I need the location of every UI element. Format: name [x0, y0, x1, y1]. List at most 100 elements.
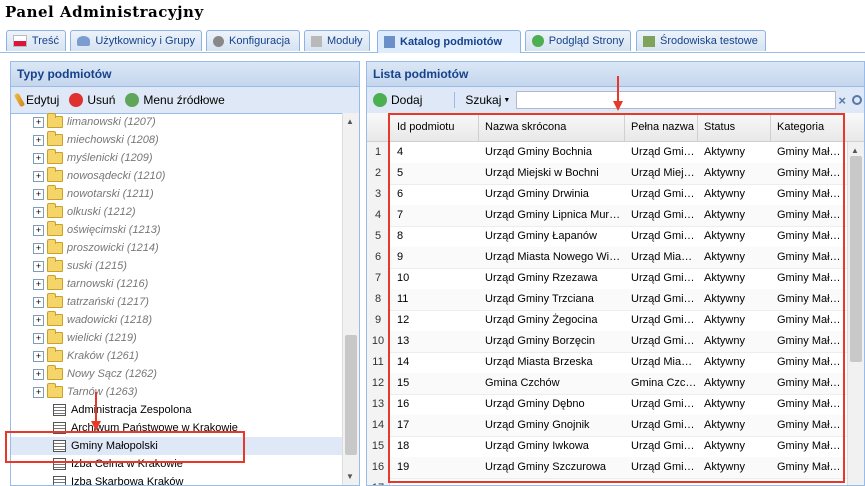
table-row[interactable]: 17: [367, 478, 847, 485]
tree-node[interactable]: + myślenicki (1209): [11, 149, 343, 167]
expand-icon[interactable]: +: [33, 134, 44, 146]
entity-list-title: Lista podmiotów: [367, 62, 864, 87]
expand-icon[interactable]: +: [33, 224, 44, 236]
table-row[interactable]: 14 17 Urząd Gminy Gnojnik Urząd Gmi… Aktywny…: [367, 415, 847, 437]
folder-icon: [47, 275, 63, 290]
col-header-full-name[interactable]: Pełna nazwa: [625, 113, 698, 141]
arrow-shaft-right: [617, 76, 619, 102]
tree-node[interactable]: + miechowski (1208): [11, 131, 343, 149]
table-row[interactable]: 6 9 Urząd Miasta Nowego Wi… Urząd Mia… Aktyw…: [367, 247, 847, 269]
tab-tresc[interactable]: Treść: [6, 30, 66, 51]
cell-status: Aktywny: [704, 230, 745, 242]
table-row[interactable]: 4 7 Urząd Gminy Lipnica Mur… Urząd Gmi… Akty…: [367, 205, 847, 227]
tree-node[interactable]: + nowosądecki (1210): [11, 167, 343, 185]
tab-podglad-strony[interactable]: Podgląd Strony: [525, 30, 631, 51]
table-row[interactable]: 7 10 Urząd Gminy Rzezawa Urząd Gmi… Aktywny G…: [367, 268, 847, 290]
tree-node[interactable]: + Tarnów (1263): [11, 383, 343, 401]
expand-icon[interactable]: +: [33, 278, 44, 290]
tab-konfiguracja[interactable]: Konfiguracja: [206, 30, 300, 51]
col-header-category[interactable]: Kategoria: [771, 113, 846, 141]
table-row[interactable]: 16 19 Urząd Gminy Szczurowa Urząd Gmi… Aktyw…: [367, 457, 847, 479]
col-header-id[interactable]: Id podmiotu: [391, 113, 479, 141]
table-row[interactable]: 1 4 Urząd Gminy Bochnia Urząd Gmi… Aktywny Gm…: [367, 142, 847, 164]
tree-node[interactable]: + oświęcimski (1213): [11, 221, 343, 239]
tree-node[interactable]: + suski (1215): [11, 257, 343, 275]
edit-button[interactable]: Edytuj: [13, 92, 59, 108]
tab-moduly[interactable]: Moduły: [304, 30, 370, 51]
expand-icon[interactable]: +: [33, 170, 44, 182]
search-dropdown[interactable]: Szukaj ▼: [465, 93, 510, 107]
expand-icon[interactable]: +: [33, 206, 44, 218]
main-tabbar: Treść Użytkownicy i Grupy Konfiguracja M…: [0, 28, 865, 53]
cell-cat: Gminy Mał…: [777, 293, 841, 305]
document-icon: [53, 458, 66, 470]
entity-grid: 1 4 Urząd Gminy Bochnia Urząd Gmi… Aktywny Gm…: [367, 142, 847, 485]
search-input[interactable]: [516, 91, 837, 109]
tree-node[interactable]: Archiwum Państwowe w Krakowie: [11, 419, 343, 437]
expand-icon[interactable]: +: [33, 332, 44, 344]
tree-scrollbar[interactable]: ▲ ▼: [342, 113, 359, 485]
expand-icon[interactable]: +: [33, 386, 44, 398]
globe-icon: [532, 35, 544, 47]
tab-katalog-podmiotow[interactable]: Katalog podmiotów: [377, 30, 521, 53]
tree-scroll-thumb[interactable]: [345, 335, 357, 455]
scroll-up-icon: ▲: [851, 146, 859, 155]
expand-icon[interactable]: +: [33, 314, 44, 326]
tree-node[interactable]: + wadowicki (1218): [11, 311, 343, 329]
add-icon: [373, 93, 387, 107]
tree-node[interactable]: + wielicki (1219): [11, 329, 343, 347]
col-header-short-name[interactable]: Nazwa skrócona: [479, 113, 625, 141]
tree-node[interactable]: Administracja Zespolona: [11, 401, 343, 419]
grid-scrollbar[interactable]: ▲: [847, 142, 864, 485]
add-button[interactable]: Dodaj: [373, 93, 422, 107]
expand-icon[interactable]: +: [33, 116, 44, 128]
row-number: 13: [367, 394, 390, 415]
delete-button[interactable]: Usuń: [69, 93, 115, 107]
tree-node[interactable]: Izba Celna w Krakowie: [11, 455, 343, 473]
tree-node[interactable]: + Nowy Sącz (1262): [11, 365, 343, 383]
table-row[interactable]: 15 18 Urząd Gminy Iwkowa Urząd Gmi… Aktywny G…: [367, 436, 847, 458]
tree-node[interactable]: + nowotarski (1211): [11, 185, 343, 203]
cell-cat: Gminy Mał…: [777, 167, 841, 179]
server-icon: [643, 35, 655, 47]
table-row[interactable]: 13 16 Urząd Gminy Dębno Urząd Gmi… Aktywny Gm…: [367, 394, 847, 416]
cell-short: Urząd Gminy Lipnica Mur…: [485, 209, 621, 221]
tree-node[interactable]: Izba Skarbowa Kraków: [11, 473, 343, 485]
tab-uzytkownicy[interactable]: Użytkownicy i Grupy: [70, 30, 202, 51]
cell-id: 13: [397, 335, 410, 347]
cell-cat: Gminy Mał…: [777, 209, 841, 221]
col-header-status[interactable]: Status: [698, 113, 771, 141]
expand-icon[interactable]: +: [33, 296, 44, 308]
cell-full: Urząd Gmi…: [631, 146, 695, 158]
expand-icon[interactable]: +: [33, 368, 44, 380]
tree-node[interactable]: Gminy Małopolski: [11, 437, 343, 455]
source-menu-button[interactable]: Menu źródłowe: [125, 93, 225, 107]
search-icon[interactable]: [851, 95, 862, 105]
table-row[interactable]: 12 15 Gmina Czchów Gmina Czc… Aktywny Gminy M…: [367, 373, 847, 395]
tab-srodowiska-testowe[interactable]: Środowiska testowe: [636, 30, 766, 51]
table-row[interactable]: 8 11 Urząd Gminy Trzciana Urząd Gmi… Aktywny…: [367, 289, 847, 311]
grid-scroll-thumb[interactable]: [850, 156, 862, 362]
expand-icon[interactable]: +: [33, 242, 44, 254]
cell-id: 11: [397, 293, 409, 305]
tree-node[interactable]: + olkuski (1212): [11, 203, 343, 221]
expand-icon[interactable]: +: [33, 152, 44, 164]
table-row[interactable]: 2 5 Urząd Miejski w Bochni Urząd Miej… Aktyw…: [367, 163, 847, 185]
expand-icon[interactable]: +: [33, 350, 44, 362]
expand-icon[interactable]: +: [33, 188, 44, 200]
tree-node[interactable]: + tarnowski (1216): [11, 275, 343, 293]
tree-node[interactable]: + limanowski (1207): [11, 113, 343, 131]
tree-node[interactable]: + Kraków (1261): [11, 347, 343, 365]
clear-search-icon[interactable]: ×: [838, 93, 846, 108]
table-row[interactable]: 11 14 Urząd Miasta Brzeska Urząd Mia… Aktywn…: [367, 352, 847, 374]
folder-icon: [47, 347, 63, 362]
cell-cat: Gminy Mał…: [777, 272, 841, 284]
table-row[interactable]: 3 6 Urząd Gminy Drwinia Urząd Gmi… Aktywny Gm…: [367, 184, 847, 206]
tree-node[interactable]: + tatrzański (1217): [11, 293, 343, 311]
tree-node[interactable]: + proszowicki (1214): [11, 239, 343, 257]
cell-full: Urząd Gmi…: [631, 419, 695, 431]
table-row[interactable]: 10 13 Urząd Gminy Borzęcin Urząd Gmi… Aktywn…: [367, 331, 847, 353]
expand-icon[interactable]: +: [33, 260, 44, 272]
table-row[interactable]: 5 8 Urząd Gminy Łapanów Urząd Gmi… Aktywny Gm…: [367, 226, 847, 248]
table-row[interactable]: 9 12 Urząd Gminy Żegocina Urząd Gmi… Aktywny…: [367, 310, 847, 332]
